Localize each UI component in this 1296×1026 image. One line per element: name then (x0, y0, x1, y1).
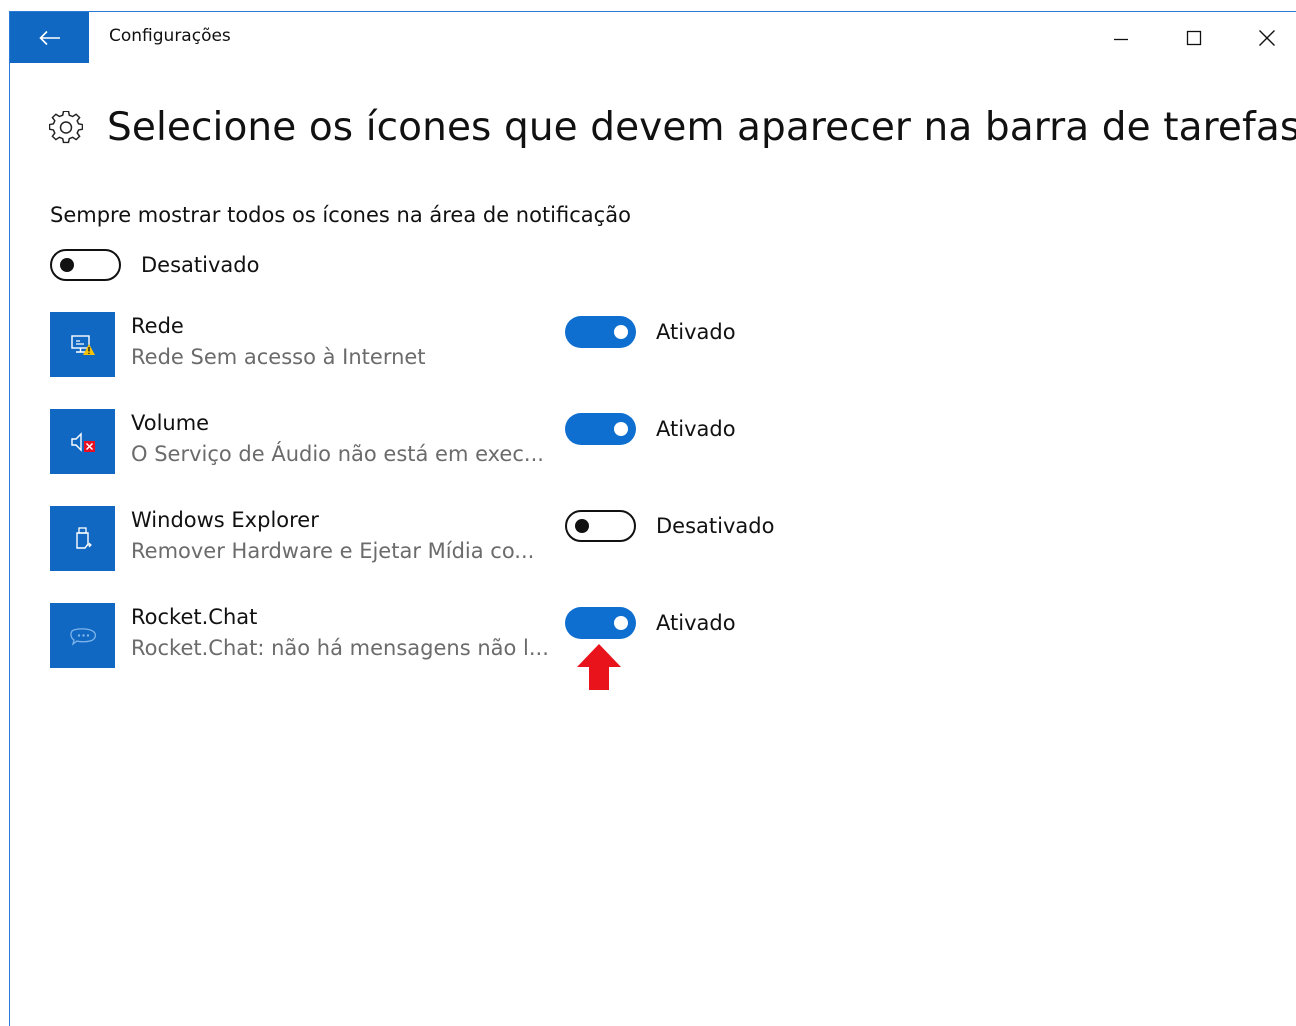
item-description: O Serviço de Áudio não está em exec... (131, 442, 544, 466)
item-toggle-group: Ativado (565, 413, 736, 445)
back-arrow-icon (38, 30, 60, 45)
volume-muted-icon (70, 431, 95, 452)
rocket-chat-toggle[interactable] (565, 607, 636, 639)
toggle-knob (614, 422, 628, 436)
list-item-rede: Rede Rede Sem acesso à Internet Ativado (50, 312, 810, 378)
title-bar: Configurações (10, 12, 1296, 63)
minimize-button[interactable] (1091, 12, 1151, 63)
item-description: Rocket.Chat: não há mensagens não l... (131, 636, 549, 660)
usb-eject-icon (75, 526, 92, 549)
item-state: Ativado (656, 417, 736, 441)
always-show-toggle[interactable] (50, 249, 121, 281)
close-icon (1259, 29, 1275, 46)
item-toggle-group: Desativado (565, 510, 774, 542)
list-item-rocket-chat: Rocket.Chat Rocket.Chat: não há mensagen… (50, 603, 810, 669)
network-warning-icon (70, 334, 95, 355)
app-tile (50, 506, 115, 571)
item-state: Ativado (656, 320, 736, 344)
maximize-icon (1186, 30, 1202, 45)
settings-window: Configurações Selecione os ícones que de… (9, 11, 1296, 1026)
list-item-windows-explorer: Windows Explorer Remover Hardware e Ejet… (50, 506, 810, 572)
toggle-knob (575, 519, 589, 533)
always-show-label: Sempre mostrar todos os ícones na área d… (50, 203, 631, 227)
app-title: Configurações (109, 26, 231, 46)
maximize-button[interactable] (1164, 12, 1224, 63)
rede-toggle[interactable] (565, 316, 636, 348)
toggle-knob (614, 325, 628, 339)
windows-explorer-toggle[interactable] (565, 510, 636, 542)
close-button[interactable] (1237, 12, 1296, 63)
toggle-knob (614, 616, 628, 630)
item-name: Volume (131, 411, 210, 435)
volume-toggle[interactable] (565, 413, 636, 445)
page-title: Selecione os ícones que devem aparecer n… (107, 105, 1296, 150)
app-tile (50, 312, 115, 377)
item-state: Ativado (656, 611, 736, 635)
toggle-knob (60, 258, 74, 272)
always-show-state: Desativado (141, 253, 260, 277)
item-toggle-group: Ativado (565, 607, 736, 639)
page-heading: Selecione os ícones que devem aparecer n… (49, 105, 1296, 150)
item-description: Remover Hardware e Ejetar Mídia co... (131, 539, 535, 563)
item-toggle-group: Ativado (565, 316, 736, 348)
back-button[interactable] (10, 12, 89, 63)
always-show-setting: Desativado (50, 249, 259, 281)
red-up-arrow-icon (577, 644, 621, 690)
minimize-icon (1114, 38, 1128, 40)
app-tile (50, 409, 115, 474)
item-state: Desativado (656, 514, 775, 538)
rocket-chat-icon (69, 627, 96, 646)
item-name: Windows Explorer (131, 508, 319, 532)
item-name: Rocket.Chat (131, 605, 258, 629)
item-description: Rede Sem acesso à Internet (131, 345, 426, 369)
list-item-volume: Volume O Serviço de Áudio não está em ex… (50, 409, 810, 475)
app-tile (50, 603, 115, 668)
item-name: Rede (131, 314, 184, 338)
gear-icon (49, 110, 83, 143)
